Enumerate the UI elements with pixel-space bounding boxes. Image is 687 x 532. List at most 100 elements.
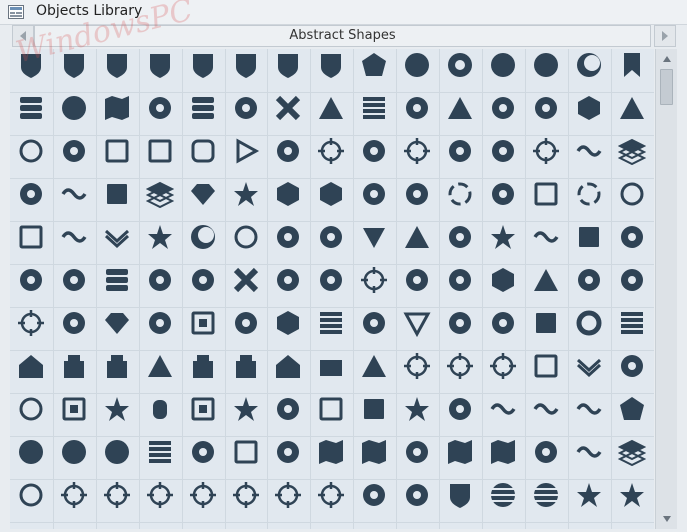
object-tile[interactable]: [96, 216, 138, 258]
scroll-thumb[interactable]: [660, 69, 673, 105]
object-tile[interactable]: [182, 474, 224, 516]
object-tile[interactable]: [568, 216, 610, 258]
object-tile[interactable]: [267, 388, 309, 430]
object-tile[interactable]: [439, 259, 481, 301]
object-tile[interactable]: [310, 474, 352, 516]
object-tile[interactable]: [525, 130, 567, 172]
object-tile[interactable]: [310, 431, 352, 473]
object-tile[interactable]: [225, 49, 267, 86]
object-tile[interactable]: [139, 49, 181, 86]
object-tile[interactable]: [353, 173, 395, 215]
object-tile[interactable]: [267, 173, 309, 215]
object-tile[interactable]: [482, 216, 524, 258]
object-tile[interactable]: [10, 345, 52, 387]
object-tile[interactable]: [96, 130, 138, 172]
object-tile[interactable]: [182, 345, 224, 387]
object-tile[interactable]: [139, 388, 181, 430]
object-tile[interactable]: [525, 388, 567, 430]
scroll-down-button[interactable]: [656, 511, 677, 527]
object-tile[interactable]: [182, 130, 224, 172]
object-tile[interactable]: [96, 302, 138, 344]
object-tile[interactable]: [53, 431, 95, 473]
object-tile[interactable]: [482, 474, 524, 516]
object-tile[interactable]: [396, 474, 438, 516]
object-tile[interactable]: [182, 388, 224, 430]
object-tile[interactable]: [10, 216, 52, 258]
object-tile[interactable]: [568, 173, 610, 215]
object-tile[interactable]: [439, 302, 481, 344]
object-tile[interactable]: [353, 87, 395, 129]
next-category-button[interactable]: [654, 25, 676, 47]
object-tile[interactable]: [611, 130, 653, 172]
object-tile[interactable]: [96, 259, 138, 301]
object-tile[interactable]: [310, 345, 352, 387]
object-tile[interactable]: [267, 216, 309, 258]
object-tile[interactable]: [611, 216, 653, 258]
object-tile[interactable]: [611, 49, 653, 86]
object-tile[interactable]: [10, 49, 52, 86]
object-tile[interactable]: [353, 388, 395, 430]
object-tile[interactable]: [225, 216, 267, 258]
object-tile[interactable]: [611, 259, 653, 301]
object-tile[interactable]: [568, 474, 610, 516]
object-tile[interactable]: [225, 431, 267, 473]
object-tile[interactable]: [525, 216, 567, 258]
object-tile[interactable]: [482, 173, 524, 215]
object-tile[interactable]: [96, 87, 138, 129]
object-tile[interactable]: [482, 431, 524, 473]
object-tile[interactable]: [439, 87, 481, 129]
object-tile[interactable]: [267, 87, 309, 129]
object-tile[interactable]: [439, 173, 481, 215]
object-tile[interactable]: [53, 474, 95, 516]
object-tile[interactable]: [96, 173, 138, 215]
object-tile[interactable]: [396, 388, 438, 430]
object-tile[interactable]: [310, 302, 352, 344]
object-tile[interactable]: [525, 431, 567, 473]
object-tile[interactable]: [439, 474, 481, 516]
object-tile[interactable]: [611, 173, 653, 215]
object-tile[interactable]: [482, 87, 524, 129]
object-tile[interactable]: [10, 302, 52, 344]
object-tile[interactable]: [396, 345, 438, 387]
object-tile[interactable]: [568, 431, 610, 473]
object-tile[interactable]: [396, 49, 438, 86]
object-tile[interactable]: [482, 259, 524, 301]
object-tile[interactable]: [182, 302, 224, 344]
object-tile[interactable]: [53, 173, 95, 215]
object-tile[interactable]: [525, 474, 567, 516]
object-tile[interactable]: [310, 388, 352, 430]
object-tile[interactable]: [10, 431, 52, 473]
object-tile[interactable]: [53, 87, 95, 129]
object-tile[interactable]: [525, 49, 567, 86]
category-selector[interactable]: Abstract Shapes: [34, 25, 651, 47]
object-tile[interactable]: [53, 130, 95, 172]
object-tile[interactable]: [439, 345, 481, 387]
object-tile[interactable]: [353, 259, 395, 301]
previous-category-button[interactable]: [12, 25, 34, 47]
object-tile[interactable]: [353, 474, 395, 516]
object-tile[interactable]: [611, 345, 653, 387]
object-tile[interactable]: [96, 345, 138, 387]
object-tile[interactable]: [267, 345, 309, 387]
object-tile[interactable]: [225, 130, 267, 172]
object-tile[interactable]: [439, 388, 481, 430]
object-tile[interactable]: [525, 302, 567, 344]
object-tile[interactable]: [525, 345, 567, 387]
object-tile[interactable]: [139, 130, 181, 172]
object-tile[interactable]: [139, 474, 181, 516]
object-tile[interactable]: [396, 216, 438, 258]
object-tile[interactable]: [611, 302, 653, 344]
object-tile[interactable]: [611, 474, 653, 516]
object-tile[interactable]: [482, 345, 524, 387]
object-tile[interactable]: [310, 130, 352, 172]
object-tile[interactable]: [439, 49, 481, 86]
object-tile[interactable]: [139, 259, 181, 301]
object-tile[interactable]: [10, 173, 52, 215]
object-tile[interactable]: [396, 130, 438, 172]
object-tile[interactable]: [482, 49, 524, 86]
object-tile[interactable]: [611, 87, 653, 129]
object-tile[interactable]: [53, 259, 95, 301]
object-tile[interactable]: [353, 216, 395, 258]
object-tile[interactable]: [96, 474, 138, 516]
object-tile[interactable]: [396, 431, 438, 473]
